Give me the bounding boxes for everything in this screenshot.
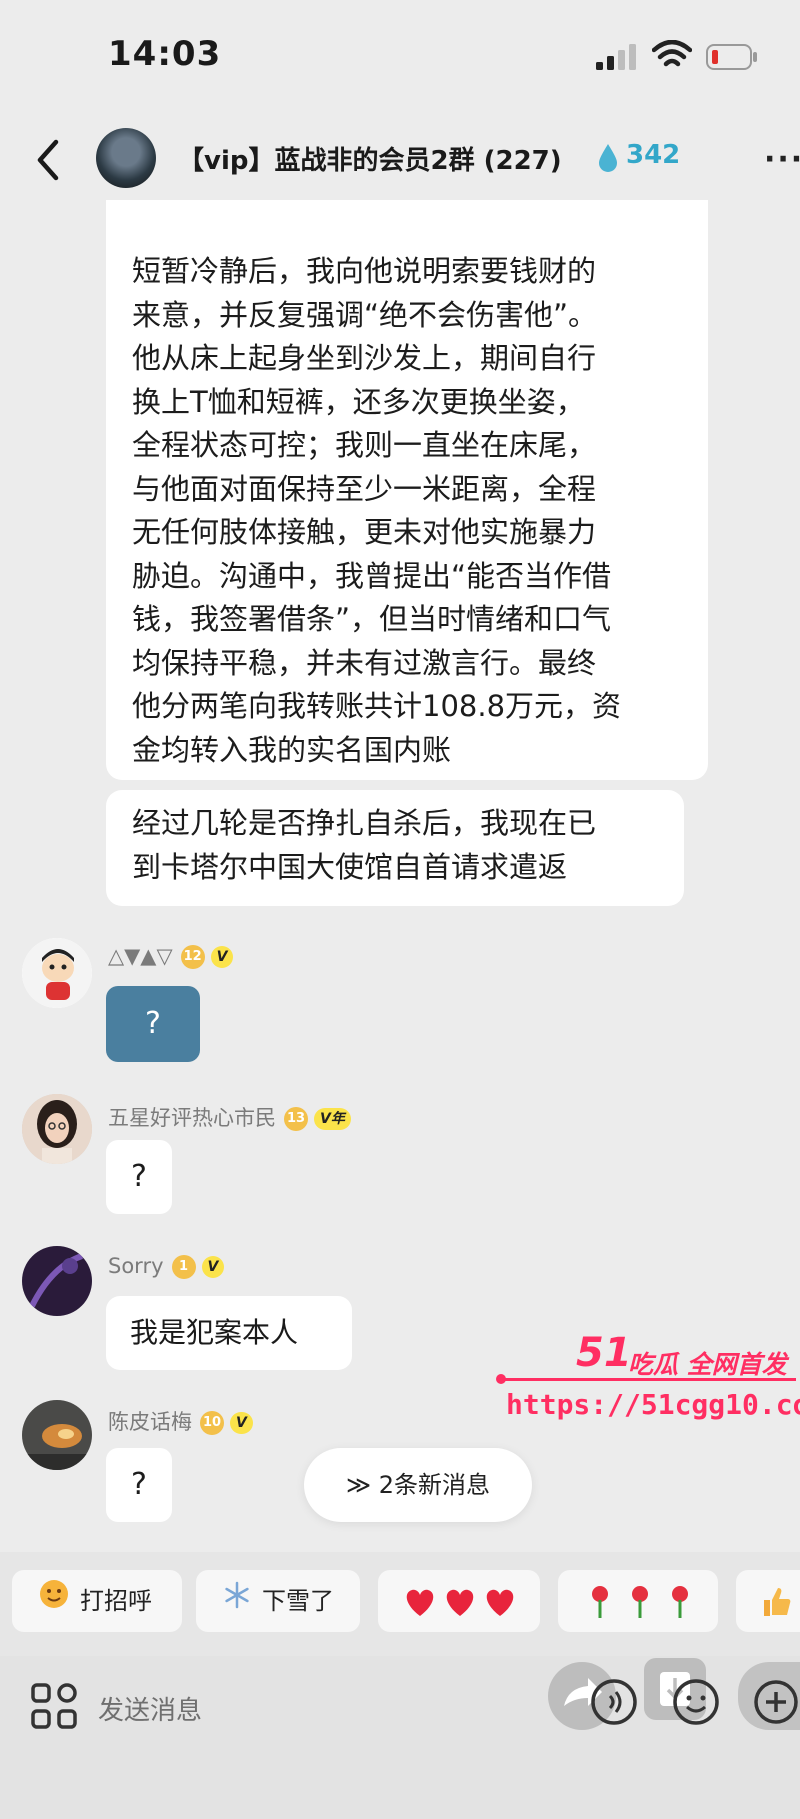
chat-header: 【vip】蓝战非的会员2群 (227) 342 ···	[0, 118, 800, 202]
quick-reply-greet[interactable]: 打招呼	[12, 1570, 182, 1632]
quick-reply-roses[interactable]	[558, 1570, 718, 1632]
cellular-signal-icon	[596, 44, 636, 70]
message-text: 短暂冷静后，我向他说明索要钱财的 来意，并反复强调“绝不会伤害他”。 他从床上起…	[132, 254, 622, 767]
group-avatar[interactable]	[96, 128, 156, 188]
battery-icon	[706, 44, 757, 70]
message-input[interactable]: 发送消息	[98, 1690, 202, 1727]
level-badge: 10	[200, 1411, 224, 1435]
status-time: 14:03	[108, 34, 222, 74]
quick-reply-thumbs[interactable]	[736, 1570, 800, 1632]
heat-count: 342	[626, 140, 681, 170]
message-bubble-user1: ?	[106, 986, 200, 1062]
username-user3[interactable]: Sorry 1 V	[108, 1254, 225, 1279]
message-bubble-user2: ?	[106, 1140, 172, 1214]
level-badge: 12	[180, 945, 205, 969]
message-bubble-long: 短暂冷静后，我向他说明索要钱财的 来意，并反复强调“绝不会伤害他”。 他从床上起…	[106, 200, 708, 780]
new-messages-button[interactable]: ≫ 2条新消息	[304, 1448, 532, 1522]
wifi-icon	[652, 40, 692, 67]
message-text: 经过几轮是否挣扎自杀后，我现在已 到卡塔尔中国大使馆自首请求遣返	[132, 806, 597, 884]
watermark-logo: 51	[576, 1330, 632, 1376]
message-bubble-user3: 我是犯案本人	[106, 1296, 352, 1370]
message-bubble-user4: ?	[106, 1448, 172, 1522]
plus-icon	[754, 1680, 798, 1724]
watermark-line	[500, 1378, 796, 1381]
voice-icon[interactable]	[590, 1678, 638, 1726]
quick-reply-hearts[interactable]	[378, 1570, 540, 1632]
level-badge: 13	[284, 1107, 308, 1131]
quick-reply-snow[interactable]: 下雪了	[196, 1570, 360, 1632]
more-options-icon[interactable]: ···	[764, 142, 800, 177]
sunset-avatar-icon	[22, 1400, 92, 1470]
level-badge: 1	[171, 1255, 196, 1279]
status-bar: 14:03	[0, 0, 800, 110]
avatar-user4[interactable]	[22, 1400, 92, 1470]
quick-reply-snow-label: 下雪了	[262, 1587, 334, 1615]
avatar-user1[interactable]	[22, 938, 92, 1008]
back-arrow-icon[interactable]	[28, 136, 68, 184]
vip-badge: V	[210, 946, 234, 968]
vip-badge: V年	[314, 1108, 351, 1130]
avatar-user3[interactable]	[22, 1246, 92, 1316]
username-user2[interactable]: 五星好评热心市民 13 V年	[108, 1102, 351, 1132]
vip-badge: V	[230, 1412, 253, 1434]
emoji-icon[interactable]	[672, 1678, 720, 1726]
username-user4[interactable]: 陈皮话梅 10 V	[108, 1406, 253, 1436]
quick-reply-bar: 打招呼 下雪了	[0, 1552, 800, 1662]
snowflake-icon	[222, 1571, 252, 1633]
hearts-icon	[406, 1589, 514, 1616]
username-text: Sorry	[108, 1254, 164, 1278]
roses-icon	[592, 1586, 688, 1618]
message-bubble-second: 经过几轮是否挣扎自杀后，我现在已 到卡塔尔中国大使馆自首请求遣返	[106, 790, 684, 906]
vip-badge: V	[201, 1256, 225, 1278]
cartoon-avatar-icon	[22, 938, 92, 1008]
group-title[interactable]: 【vip】蓝战非的会员2群 (227)	[178, 140, 562, 177]
app-grid-icon[interactable]	[30, 1682, 78, 1730]
plus-button[interactable]	[738, 1662, 800, 1730]
input-bar: 发送消息	[0, 1656, 800, 1819]
username-text: △▼▲▽	[108, 944, 173, 968]
dark-avatar-icon	[22, 1246, 92, 1316]
avatar-user2[interactable]	[22, 1094, 92, 1164]
username-user1[interactable]: △▼▲▽ 12 V	[108, 944, 234, 969]
username-text: 陈皮话梅	[108, 1410, 192, 1434]
portrait-avatar-icon	[22, 1094, 92, 1164]
wave-emoji-icon	[38, 1571, 70, 1633]
water-drop-icon	[599, 144, 617, 172]
watermark-url: https://51cgg10.com	[506, 1388, 800, 1421]
username-text: 五星好评热心市民	[108, 1106, 276, 1130]
watermark-slogan: 吃瓜 全网首发	[628, 1350, 787, 1379]
thumbs-up-icon	[764, 1588, 791, 1616]
quick-reply-greet-label: 打招呼	[80, 1587, 152, 1615]
